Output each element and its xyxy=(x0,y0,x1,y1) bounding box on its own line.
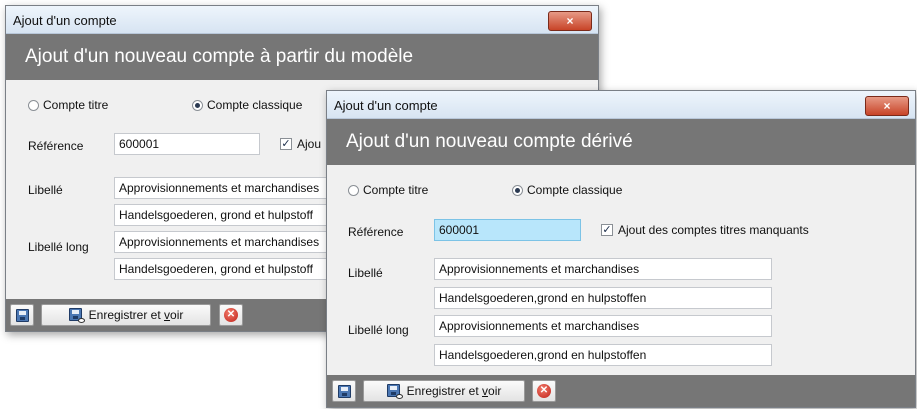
save-and-view-button[interactable]: Enregistrer et voir xyxy=(363,380,525,402)
cancel-button[interactable]: ✕ xyxy=(532,380,556,402)
radio-compte-titre[interactable]: Compte titre xyxy=(28,98,108,112)
ajout-comptes-checkbox[interactable]: ✓ Ajout des comptes titres manquants xyxy=(601,223,809,237)
radio-selected-icon xyxy=(192,99,203,111)
radio-label: Compte classique xyxy=(527,183,623,197)
reference-input[interactable]: 600001 xyxy=(114,133,260,155)
radio-compte-classique[interactable]: Compte classique xyxy=(512,183,622,197)
dialog-window-derived: Ajout d'un compte × Ajout d'un nouveau c… xyxy=(326,90,916,408)
checkbox-label: Ajou xyxy=(297,137,322,151)
save-button[interactable] xyxy=(10,304,34,326)
close-button[interactable]: × xyxy=(865,96,909,116)
libelle-long-label: Libellé long xyxy=(28,240,89,254)
radio-label: Compte titre xyxy=(43,98,109,112)
dialog-header: Ajout d'un nouveau compte dérivé xyxy=(327,119,915,165)
radio-label: Compte titre xyxy=(363,183,429,197)
libelle-long-fr-input[interactable]: Approvisionnements et marchandises xyxy=(434,315,772,337)
libelle-long-fr-input[interactable]: Approvisionnements et marchandises xyxy=(114,231,354,253)
libelle-nl-input[interactable]: Handelsgoederen, grond et hulpstoff xyxy=(114,204,354,226)
libelle-nl-input[interactable]: Handelsgoederen,grond en hulpstoffen xyxy=(434,287,772,309)
save-and-view-label: Enregistrer et voir xyxy=(88,308,184,322)
libelle-label: Libellé xyxy=(348,266,383,280)
radio-label: Compte classique xyxy=(207,98,303,112)
ajout-comptes-checkbox[interactable]: ✓ Ajou xyxy=(280,137,321,151)
checkbox-label: Ajout des comptes titres manquants xyxy=(618,223,809,237)
libelle-label: Libellé xyxy=(28,183,63,197)
radio-unselected-icon xyxy=(28,99,39,111)
radio-selected-icon xyxy=(512,184,523,196)
reference-label: Référence xyxy=(348,225,404,239)
save-view-icon xyxy=(386,384,403,399)
dialog-header: Ajout d'un nouveau compte à partir du mo… xyxy=(6,34,598,80)
dialog-toolbar: Enregistrer et voir ✕ xyxy=(327,375,915,407)
cancel-button[interactable]: ✕ xyxy=(219,304,243,326)
libelle-fr-input[interactable]: Approvisionnements et marchandises xyxy=(434,258,772,280)
radio-unselected-icon xyxy=(348,184,359,196)
save-and-view-label: Enregistrer et voir xyxy=(406,384,502,398)
cancel-icon: ✕ xyxy=(224,308,238,322)
save-and-view-button[interactable]: Enregistrer et voir xyxy=(41,304,211,326)
title-bar[interactable]: Ajout d'un compte × xyxy=(6,6,598,34)
libelle-fr-input[interactable]: Approvisionnements et marchandises xyxy=(114,177,354,199)
save-icon xyxy=(15,308,29,322)
libelle-long-nl-input[interactable]: Handelsgoederen,grond en hulpstoffen xyxy=(434,344,772,366)
checkbox-checked-icon: ✓ xyxy=(280,138,292,150)
reference-input[interactable]: 600001 xyxy=(434,219,581,241)
save-button[interactable] xyxy=(332,380,356,402)
checkbox-checked-icon: ✓ xyxy=(601,224,613,236)
libelle-long-nl-input[interactable]: Handelsgoederen, grond et hulpstoff xyxy=(114,258,354,280)
radio-compte-titre[interactable]: Compte titre xyxy=(348,183,428,197)
cancel-icon: ✕ xyxy=(537,384,551,398)
reference-label: Référence xyxy=(28,139,84,153)
save-view-icon xyxy=(68,308,85,323)
save-icon xyxy=(337,384,351,398)
radio-compte-classique[interactable]: Compte classique xyxy=(192,98,302,112)
close-button[interactable]: × xyxy=(548,11,592,31)
window-title: Ajout d'un compte xyxy=(13,13,117,28)
window-title: Ajout d'un compte xyxy=(334,98,438,113)
libelle-long-label: Libellé long xyxy=(348,323,409,337)
title-bar[interactable]: Ajout d'un compte × xyxy=(327,91,915,119)
